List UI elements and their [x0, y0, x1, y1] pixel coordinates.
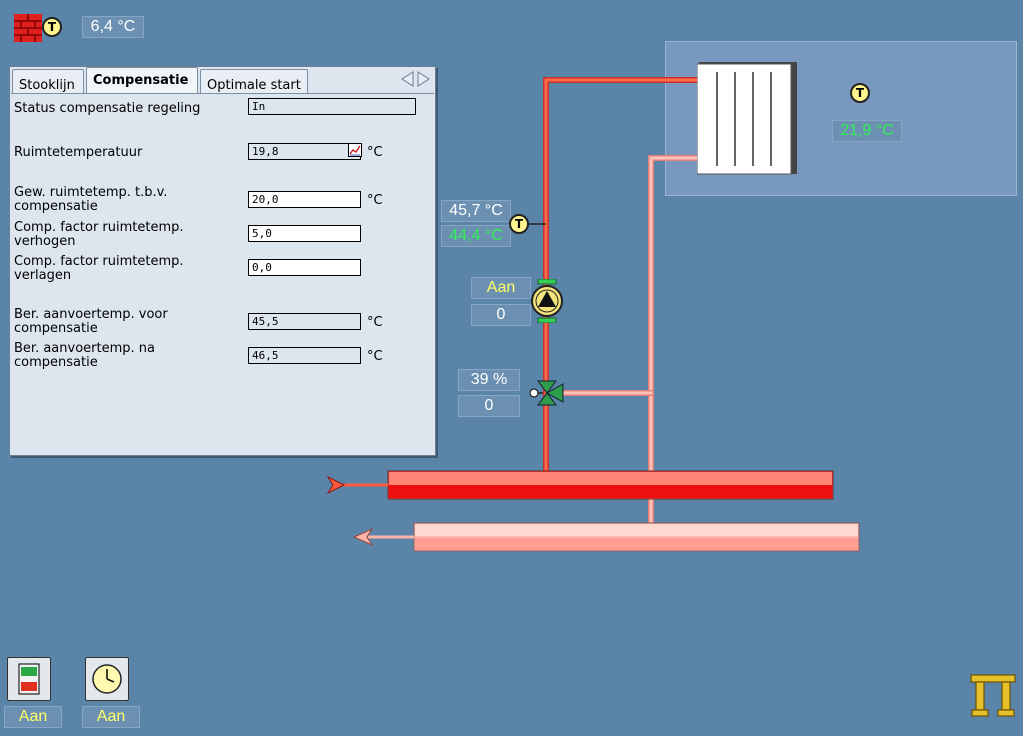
mode-switch-icon — [18, 663, 40, 695]
timer-button[interactable] — [85, 657, 129, 701]
mode-status: Aan — [4, 706, 62, 728]
mode-button[interactable] — [7, 657, 51, 701]
piping-diagram — [326, 77, 860, 552]
pump-status: Aan — [471, 277, 531, 299]
mixing-valve-icon[interactable] — [529, 376, 565, 412]
room-temperature: 21,9 °C — [832, 120, 902, 142]
return-header — [368, 522, 860, 552]
return-pipe — [557, 155, 700, 525]
pump-value: 0 — [471, 304, 531, 326]
valve-position: 39 % — [458, 369, 520, 391]
supply-header — [340, 470, 834, 500]
supply-actual: 44,4 °C — [441, 225, 511, 247]
building-column-icon[interactable] — [969, 673, 1017, 719]
supply-sensor-icon: T — [509, 214, 529, 234]
radiator-icon — [697, 62, 797, 175]
supply-pipe — [543, 77, 700, 473]
supply-outlet-arrow-icon — [326, 475, 346, 495]
timer-status: Aan — [82, 706, 140, 728]
valve-value: 0 — [458, 395, 520, 417]
supply-setpoint: 45,7 °C — [441, 200, 511, 222]
pump-icon[interactable] — [529, 279, 565, 323]
clock-icon — [92, 664, 122, 694]
room-sensor-icon: T — [850, 83, 870, 103]
